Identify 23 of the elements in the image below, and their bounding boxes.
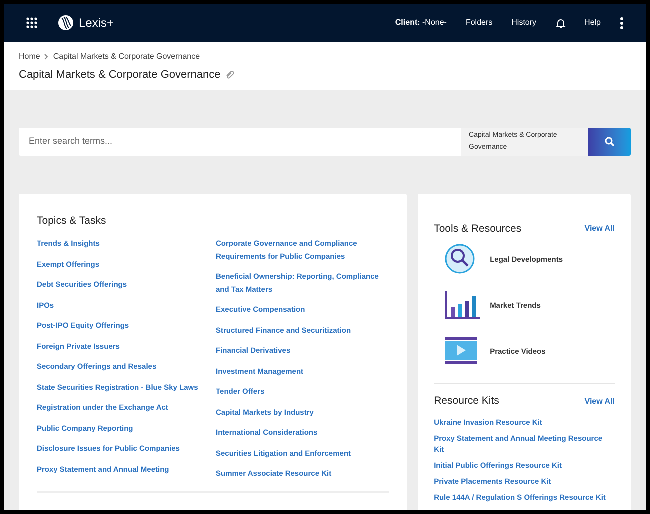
- nav-link[interactable]: Help: [584, 17, 601, 29]
- bar-chart-icon[interactable]: [444, 289, 482, 322]
- search-button[interactable]: [588, 128, 631, 156]
- notifications-bell-icon[interactable]: [556, 18, 566, 28]
- section-heading: Resource Kits: [434, 394, 500, 410]
- more-options-icon[interactable]: [620, 16, 624, 30]
- breadcrumb-link[interactable]: Home: [19, 51, 40, 63]
- link-icon[interactable]: [224, 70, 235, 80]
- nav-link[interactable]: Folders: [466, 17, 493, 29]
- section-heading: Topics & Tasks: [37, 214, 108, 228]
- apps-grid-icon[interactable]: [26, 17, 38, 29]
- section-heading: Tools & Resources: [434, 222, 522, 236]
- breadcrumb-link[interactable]: Capital Markets & Corporate Governance: [53, 51, 200, 63]
- nav-link[interactable]: History: [512, 17, 537, 29]
- search-icon: [604, 136, 614, 146]
- brand-name: Lexis+: [79, 15, 114, 32]
- page-title: Capital Markets & Corporate Governance: [19, 68, 221, 83]
- nav-link[interactable]: Client: -None-: [395, 17, 447, 29]
- view-all-link[interactable]: View All: [584, 396, 615, 408]
- chevron-icon: [44, 54, 50, 60]
- search-field[interactable]: Enter search terms...: [19, 128, 461, 156]
- view-all-link[interactable]: View All: [584, 223, 615, 236]
- logo-icon: [58, 15, 74, 31]
